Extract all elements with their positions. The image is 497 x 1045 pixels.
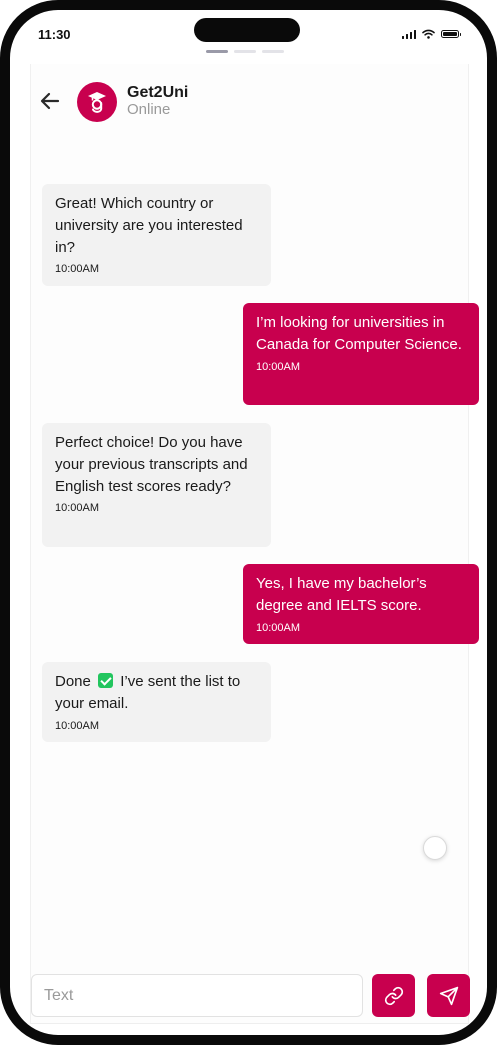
message-text: Great! Which country or university are y… <box>55 195 243 256</box>
graduation-logo-icon <box>88 92 106 113</box>
contact-name: Get2Uni <box>127 84 189 101</box>
message-time: 10:00AM <box>55 719 100 732</box>
bottom-divider <box>31 1023 468 1024</box>
wifi-icon <box>422 29 435 39</box>
message-time: 10:00AM <box>256 621 301 634</box>
attach-link-button[interactable] <box>372 974 415 1017</box>
page-dot <box>234 50 256 53</box>
message-bubble-incoming: Done I’ve sent the list to your email. 1… <box>42 662 271 742</box>
back-button[interactable] <box>39 90 61 112</box>
message-input[interactable] <box>31 974 363 1017</box>
message-time: 10:00AM <box>256 360 301 373</box>
check-mark-icon <box>98 673 114 688</box>
message-text: Done I’ve sent the list to your email. <box>55 671 258 715</box>
scroll-indicator[interactable] <box>423 836 447 860</box>
message-text-before: Done <box>55 673 91 690</box>
message-time: 10:00AM <box>55 502 100 515</box>
message-bubble-outgoing: I’m looking for universities in Canada f… <box>243 303 479 405</box>
message-text: I’m looking for universities in Canada f… <box>256 314 462 353</box>
message-composer <box>31 974 470 1018</box>
page-dot <box>262 50 284 53</box>
link-icon <box>384 986 403 1005</box>
message-text: Perfect choice! Do you have your previou… <box>55 434 248 495</box>
status-bar: 11:30 <box>10 10 487 54</box>
message-bubble-outgoing: Yes, I have my bachelor’s degree and IEL… <box>243 564 479 644</box>
message-text: Yes, I have my bachelor’s degree and IEL… <box>256 575 427 614</box>
status-icons <box>401 29 461 39</box>
contact-status: Online <box>127 101 171 118</box>
battery-icon <box>441 30 461 38</box>
send-button[interactable] <box>427 974 470 1017</box>
phone-frame: 11:30 Get2Uni Online Great! Which countr… <box>0 0 497 1045</box>
signal-icon <box>401 29 416 39</box>
camera-notch <box>194 18 300 42</box>
status-time: 11:30 <box>38 27 71 42</box>
message-bubble-incoming: Perfect choice! Do you have your previou… <box>42 423 271 547</box>
message-bubble-incoming: Great! Which country or university are y… <box>42 184 271 286</box>
page-indicator <box>206 50 284 53</box>
chat-header: Get2Uni Online <box>31 64 468 144</box>
page-dot <box>206 50 228 53</box>
avatar <box>77 82 117 122</box>
chat-screen: Get2Uni Online Great! Which country or u… <box>30 64 479 1024</box>
back-arrow-icon <box>40 92 60 110</box>
send-icon <box>439 986 458 1005</box>
message-time: 10:00AM <box>55 263 100 276</box>
